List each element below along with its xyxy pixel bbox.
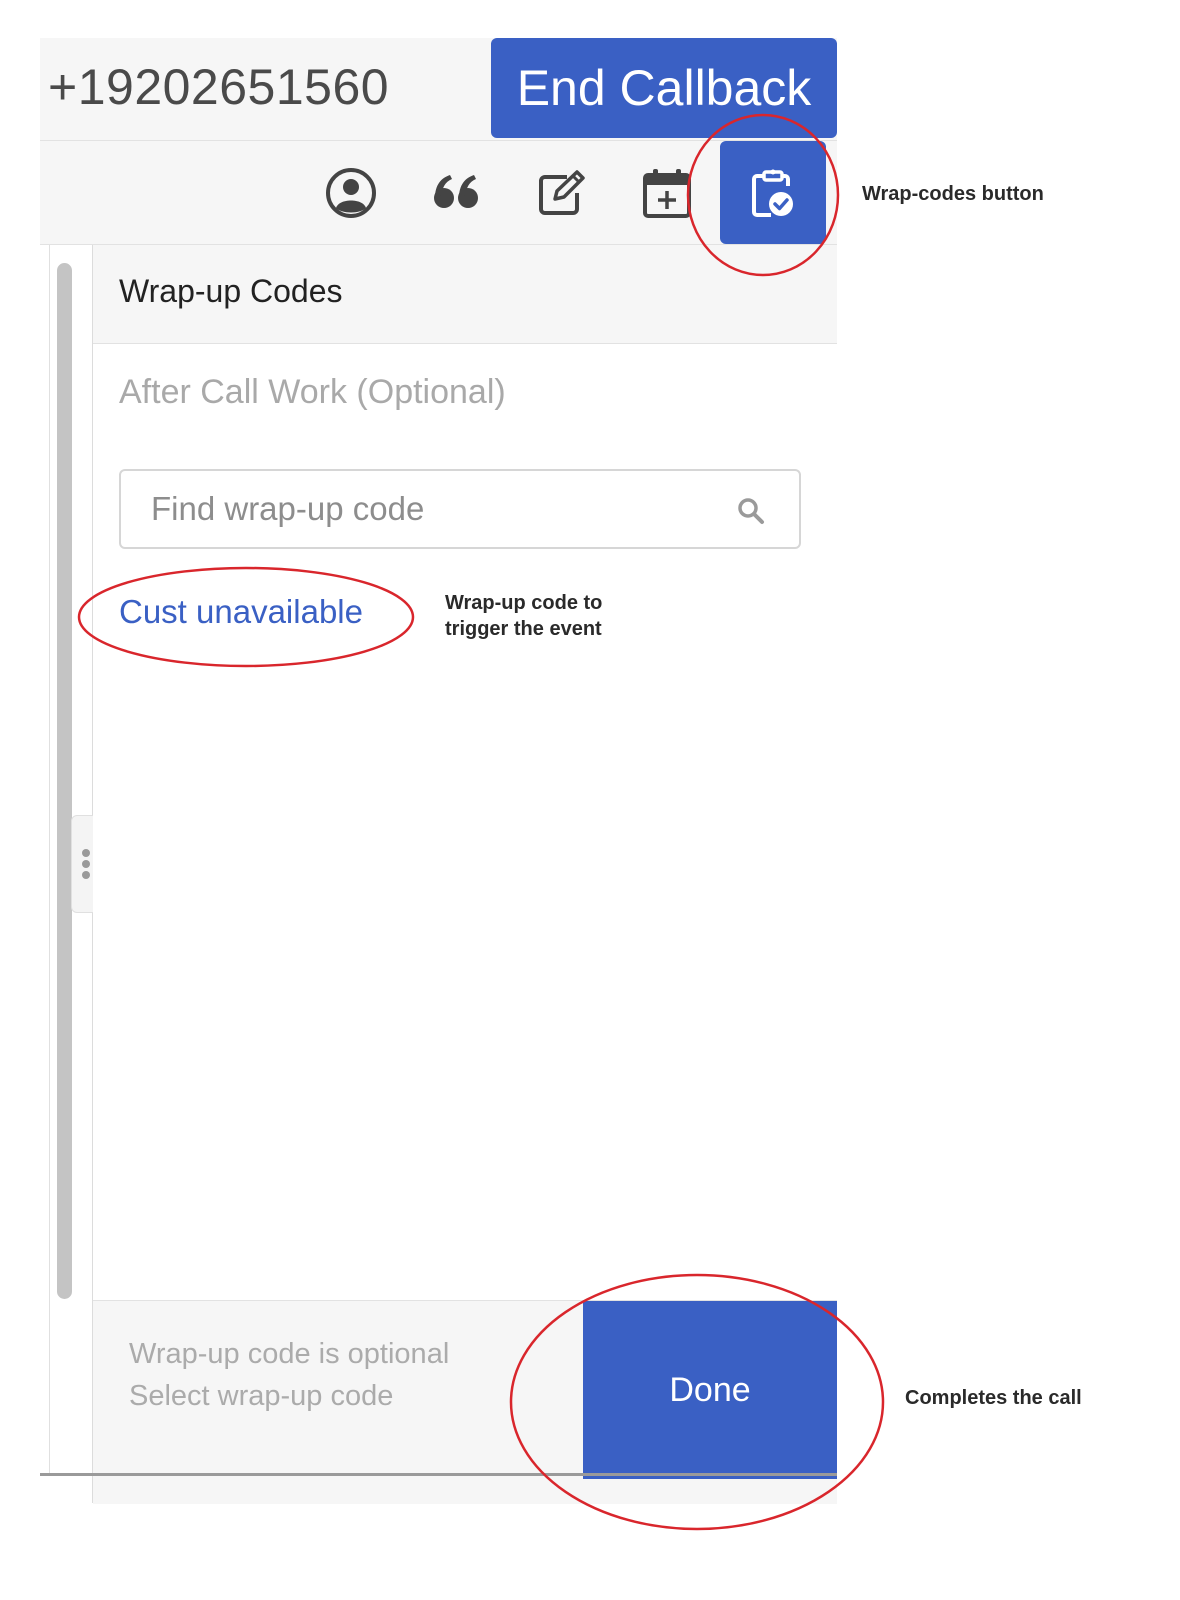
after-call-work-label: After Call Work (Optional) — [119, 373, 506, 411]
wrap-code-note-line2: trigger the event — [445, 618, 602, 640]
completes-call-note: Completes the call — [905, 1387, 1082, 1409]
phone-number: +19202651560 — [48, 59, 390, 115]
wrap-code-note: Wrap-up code to trigger the event — [445, 590, 602, 642]
schedule-tool-button[interactable] — [614, 141, 720, 244]
wrap-up-search — [119, 469, 801, 549]
wrap-up-codes-button[interactable] — [720, 141, 826, 244]
softphone-panel: +19202651560 End Callback Wrap-up Codes … — [40, 38, 837, 1504]
wrap-codes-note: Wrap-codes button — [862, 183, 1044, 205]
panel-header: Wrap-up Codes — [93, 245, 837, 344]
calendar-plus-icon — [642, 167, 692, 219]
scrollbar[interactable] — [57, 263, 72, 1299]
end-callback-button[interactable]: End Callback — [491, 38, 837, 138]
notes-tool-button[interactable] — [510, 141, 616, 244]
grip-dot — [82, 849, 90, 857]
call-header: +19202651560 End Callback — [40, 38, 837, 141]
quote-icon — [433, 173, 481, 213]
toolbar — [40, 141, 837, 245]
grip-dot — [82, 860, 90, 868]
contact-tool-button[interactable] — [298, 141, 404, 244]
wrap-code-note-line1: Wrap-up code to — [445, 592, 603, 614]
user-circle-icon — [325, 167, 377, 219]
side-rail — [40, 245, 101, 1503]
bottom-border — [40, 1473, 837, 1476]
search-icon — [737, 497, 765, 530]
edit-note-icon — [537, 169, 589, 217]
scripts-tool-button[interactable] — [404, 141, 510, 244]
wrap-up-search-input[interactable] — [121, 471, 721, 547]
panel-title: Wrap-up Codes — [119, 273, 343, 309]
clipboard-check-icon — [751, 168, 795, 218]
wrap-up-code-item[interactable]: Cust unavailable — [119, 593, 363, 631]
wrap-up-panel: Wrap-up Codes After Call Work (Optional)… — [93, 245, 837, 1504]
footer-hint-line2: Select wrap-up code — [129, 1380, 394, 1412]
grip-dot — [82, 871, 90, 879]
done-button[interactable]: Done — [583, 1301, 837, 1479]
rail-divider — [49, 245, 50, 1473]
footer-hint: Wrap-up code is optional Select wrap-up … — [129, 1333, 449, 1417]
footer-hint-line1: Wrap-up code is optional — [129, 1338, 450, 1370]
